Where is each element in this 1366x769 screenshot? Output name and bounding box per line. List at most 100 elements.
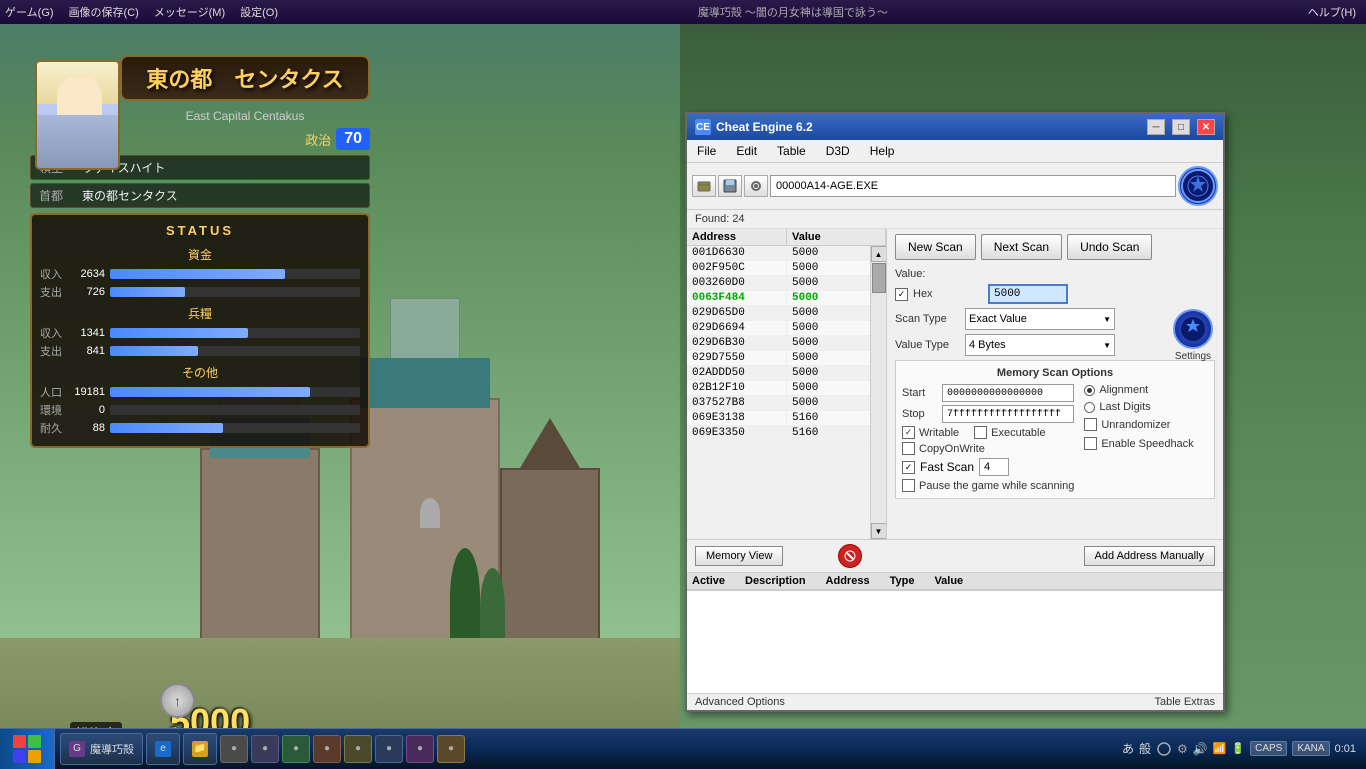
value-section: Value: — [895, 268, 1215, 280]
taskbar-icon-2[interactable]: ⚙ — [1177, 742, 1188, 756]
taskbar-app-icon-8[interactable]: ● — [437, 735, 465, 763]
memory-view-button[interactable]: Memory View — [695, 546, 783, 566]
help-button[interactable]: ヘルプ(H) — [1308, 4, 1356, 20]
copy-on-write-checkbox[interactable] — [902, 442, 915, 455]
hex-checkbox[interactable] — [895, 288, 908, 301]
address-row[interactable]: 029D65D05000 — [687, 306, 870, 321]
pause-checkbox[interactable] — [902, 479, 915, 492]
writable-checkbox[interactable] — [902, 426, 915, 439]
taskbar-icon-network[interactable]: 📶 — [1213, 742, 1227, 755]
address-row[interactable]: 003260D05000 — [687, 276, 870, 291]
address-row[interactable]: 069E31385160 — [687, 411, 870, 426]
address-row[interactable]: 002F950C5000 — [687, 261, 870, 276]
memory-scan-right: Alignment Last Digits Unrandomizer — [1084, 384, 1193, 492]
last-digits-radio[interactable] — [1084, 402, 1095, 413]
settings-label[interactable]: Settings — [1173, 351, 1213, 362]
taskbar-ime-a[interactable]: あ — [1122, 740, 1134, 757]
ce-save-button[interactable] — [718, 175, 742, 197]
taskbar-icon-1[interactable] — [1156, 741, 1172, 757]
ce-scan-buttons: New Scan Next Scan Undo Scan Settings — [895, 234, 1215, 260]
scroll-down-arrow[interactable]: ▼ — [871, 523, 887, 539]
ce-settings-toolbar-button[interactable] — [744, 175, 768, 197]
politics-value: 70 — [336, 128, 370, 150]
menu-message[interactable]: メッセージ(M) — [154, 4, 225, 20]
troop-expense-row: 支出 841 — [40, 343, 360, 359]
nav-up-arrow[interactable]: ↑ — [160, 683, 195, 718]
ce-table-area[interactable] — [687, 590, 1223, 693]
fast-scan-label: Fast Scan — [920, 460, 974, 474]
ce-maximize-button[interactable]: □ — [1172, 119, 1190, 135]
ce-minimize-button[interactable]: ─ — [1147, 119, 1165, 135]
alignment-radio[interactable] — [1084, 385, 1095, 396]
ce-close-button[interactable]: ✕ — [1197, 119, 1215, 135]
ce-address-list-body[interactable]: 001D66305000002F950C5000003260D050000063… — [687, 246, 870, 539]
unrandomizer-row: Unrandomizer — [1084, 418, 1193, 431]
menu-settings[interactable]: 設定(O) — [240, 4, 278, 20]
stop-label: Stop — [902, 408, 937, 420]
scroll-thumb[interactable] — [872, 263, 886, 293]
ce-list-header: Address Value — [687, 229, 886, 246]
ce-menu-table[interactable]: Table — [772, 142, 811, 160]
address-row[interactable]: 02B12F105000 — [687, 381, 870, 396]
ce-menubar: File Edit Table D3D Help — [687, 140, 1223, 163]
ce-menu-edit[interactable]: Edit — [731, 142, 762, 160]
taskbar-icon-3[interactable]: 🔊 — [1193, 742, 1208, 756]
taskbar-app-icon-7[interactable]: ● — [406, 735, 434, 763]
address-row[interactable]: 029D75505000 — [687, 351, 870, 366]
address-row[interactable]: 001D66305000 — [687, 246, 870, 261]
taskbar-app-icon-2[interactable]: ● — [251, 735, 279, 763]
undo-scan-button[interactable]: Undo Scan — [1067, 234, 1152, 260]
executable-checkbox[interactable] — [974, 426, 987, 439]
scroll-up-arrow[interactable]: ▲ — [871, 246, 887, 262]
ce-menu-help[interactable]: Help — [865, 142, 900, 160]
taskbar-ime-han[interactable]: 般 — [1139, 740, 1151, 757]
address-row[interactable]: 037527B85000 — [687, 396, 870, 411]
stop-value-input[interactable] — [942, 405, 1074, 423]
ce-menu-d3d[interactable]: D3D — [821, 142, 855, 160]
ce-title-text: Cheat Engine 6.2 — [716, 120, 1140, 134]
taskbar-item-game[interactable]: G 魔導巧殻 — [60, 733, 143, 765]
taskbar-app-icon-4[interactable]: ● — [313, 735, 341, 763]
hex-value-input[interactable] — [988, 284, 1068, 304]
ce-table-extras[interactable]: Table Extras — [1154, 696, 1215, 708]
taskbar-item-ie[interactable]: e — [146, 733, 180, 765]
taskbar-app-icon-3[interactable]: ● — [282, 735, 310, 763]
scan-type-dropdown[interactable]: Exact Value ▼ — [965, 308, 1115, 330]
navigation-arrows[interactable]: ↑ — [160, 683, 195, 718]
fast-scan-checkbox[interactable] — [902, 461, 915, 474]
next-scan-button[interactable]: Next Scan — [981, 234, 1062, 260]
ce-address-list: Address Value 001D66305000002F950C500000… — [687, 229, 887, 539]
speedhack-checkbox[interactable] — [1084, 437, 1097, 450]
start-button[interactable] — [0, 729, 55, 769]
ce-window-icon: CE — [695, 119, 711, 135]
menu-image-save[interactable]: 画像の保存(C) — [69, 4, 139, 20]
start-value-input[interactable] — [942, 384, 1074, 402]
address-row[interactable]: 0063F4845000 — [687, 291, 870, 306]
taskbar-app-icon-1[interactable]: ● — [220, 735, 248, 763]
value-type-dropdown[interactable]: 4 Bytes ▼ — [965, 334, 1115, 356]
ce-logo-small — [1173, 309, 1213, 349]
ce-process-input[interactable] — [770, 175, 1176, 197]
menu-game[interactable]: ゲーム(G) — [5, 4, 54, 20]
taskbar-icon-power[interactable]: 🔋 — [1231, 742, 1245, 755]
scroll-track[interactable] — [871, 262, 887, 523]
address-row[interactable]: 029D6B305000 — [687, 336, 870, 351]
ce-list-scrollbar[interactable]: ▲ ▼ — [870, 246, 886, 539]
fast-scan-value-input[interactable] — [979, 458, 1009, 476]
speedhack-row: Enable Speedhack — [1084, 437, 1193, 450]
taskbar-app-icon-5[interactable]: ● — [344, 735, 372, 763]
address-row[interactable]: 02ADDD505000 — [687, 366, 870, 381]
new-scan-button[interactable]: New Scan — [895, 234, 976, 260]
ce-stop-scan-button[interactable] — [838, 544, 862, 568]
taskbar-item-explorer[interactable]: 📁 — [183, 733, 217, 765]
address-row[interactable]: 069E33505160 — [687, 426, 870, 441]
add-address-manually-button[interactable]: Add Address Manually — [1084, 546, 1215, 566]
taskbar-app-icon-6[interactable]: ● — [375, 735, 403, 763]
address-row[interactable]: 029D66945000 — [687, 321, 870, 336]
unrandomizer-checkbox[interactable] — [1084, 418, 1097, 431]
ce-menu-file[interactable]: File — [692, 142, 721, 160]
scan-type-row: Scan Type Exact Value ▼ — [895, 308, 1215, 330]
pause-row: Pause the game while scanning — [902, 479, 1074, 492]
ce-open-process-button[interactable] — [692, 175, 716, 197]
ce-advanced-options[interactable]: Advanced Options — [695, 696, 785, 708]
